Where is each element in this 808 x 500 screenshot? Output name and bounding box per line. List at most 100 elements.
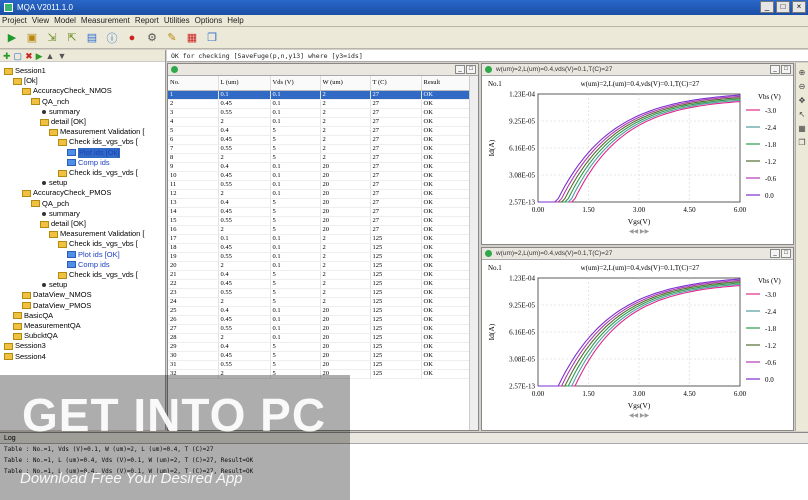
tree-node[interactable]: MeasurementQA xyxy=(13,321,81,331)
table-row[interactable]: 2 0.45 0.1 2 27 OK xyxy=(168,99,472,109)
column-header[interactable]: L (um) xyxy=(218,76,271,91)
table-row[interactable]: 30 0.45 5 20 125 OK xyxy=(168,351,472,361)
script-icon[interactable]: ✎ xyxy=(164,30,180,46)
zoom-in-icon[interactable]: ⊕ xyxy=(796,68,808,77)
menu-model[interactable]: Model xyxy=(54,16,76,25)
table-row[interactable]: 5 0.4 5 2 27 OK xyxy=(168,126,472,136)
tree-node[interactable]: detail [OK] xyxy=(40,117,86,127)
tree-node[interactable]: setup xyxy=(40,280,67,290)
tree-run-icon[interactable]: ▶ xyxy=(36,51,43,61)
table-row[interactable]: 14 0.45 5 20 27 OK xyxy=(168,207,472,217)
tree-node[interactable]: [Ok] xyxy=(13,76,38,86)
copy-icon[interactable]: ❐ xyxy=(204,30,220,46)
table-row[interactable]: 13 0.4 5 20 27 OK xyxy=(168,198,472,208)
tree-node[interactable]: Plot ids [Ok] xyxy=(67,147,121,158)
pane-maximize-button[interactable]: □ xyxy=(781,249,791,258)
tree-node[interactable]: Session3 xyxy=(4,341,46,351)
tree-node[interactable]: AccuracyCheck_NMOS xyxy=(22,86,112,96)
table-row[interactable]: 24 2 5 2 125 OK xyxy=(168,297,472,307)
tree-node[interactable]: QA_pch xyxy=(31,199,69,209)
tree-down-icon[interactable]: ▼ xyxy=(57,51,66,61)
tree-node[interactable]: Check ids_vgs_vbs [ xyxy=(58,239,138,249)
menu-help[interactable]: Help xyxy=(227,16,243,25)
table-row[interactable]: 16 2 5 20 27 OK xyxy=(168,225,472,235)
table-row[interactable]: 28 2 0.1 20 125 OK xyxy=(168,333,472,343)
run-icon[interactable]: ▶ xyxy=(4,30,20,46)
info-icon[interactable]: ⓘ xyxy=(104,30,120,46)
column-header[interactable]: Vds (V) xyxy=(270,76,321,91)
tree-node[interactable]: setup xyxy=(40,178,67,188)
menu-report[interactable]: Report xyxy=(135,16,159,25)
tree-node[interactable]: Check ids_vgs_vds [ xyxy=(58,168,138,178)
menu-project[interactable]: Project xyxy=(2,16,27,25)
table-scrollbar[interactable] xyxy=(469,76,478,430)
settings-icon[interactable]: ⚙ xyxy=(144,30,160,46)
tree-up-icon[interactable]: ▲ xyxy=(46,51,55,61)
tree-node[interactable]: SubcktQA xyxy=(13,331,58,341)
minimize-button[interactable]: _ xyxy=(760,1,774,13)
tree-node[interactable]: Plot ids [OK] xyxy=(67,250,120,260)
tree-node[interactable]: Measurement Validation [ xyxy=(49,229,145,239)
tree-add-icon[interactable]: ✚ xyxy=(3,51,11,61)
menu-utilities[interactable]: Utilities xyxy=(164,16,190,25)
table-row[interactable]: 11 0.55 0.1 20 27 OK xyxy=(168,180,472,190)
tree-node[interactable]: BasicQA xyxy=(13,311,53,321)
table-row[interactable]: 7 0.55 5 2 27 OK xyxy=(168,144,472,154)
column-header[interactable]: W (um) xyxy=(320,76,371,91)
tree-node[interactable]: Check ids_vgs_vds [ xyxy=(58,270,138,280)
copy-plot-icon[interactable]: ❐ xyxy=(796,138,808,147)
maximize-button[interactable]: □ xyxy=(776,1,790,13)
tree-node[interactable]: Session4 xyxy=(4,352,46,362)
table-row[interactable]: 26 0.45 0.1 20 125 OK xyxy=(168,315,472,325)
menu-measurement[interactable]: Measurement xyxy=(81,16,130,25)
pane-maximize-button[interactable]: □ xyxy=(781,65,791,74)
table-row[interactable]: 27 0.55 0.1 20 125 OK xyxy=(168,324,472,334)
table-row[interactable]: 12 2 0.1 20 27 OK xyxy=(168,189,472,199)
tree-new-icon[interactable]: ▢ xyxy=(14,51,23,61)
pane-minimize-button[interactable]: _ xyxy=(455,65,465,74)
pane-minimize-button[interactable]: _ xyxy=(770,65,780,74)
image-icon[interactable]: ▦ xyxy=(184,30,200,46)
tree-node[interactable]: detail [OK] xyxy=(40,219,86,229)
table-row[interactable]: 17 0.1 0.1 2 125 OK xyxy=(168,234,472,244)
table-row[interactable]: 19 0.55 0.1 2 125 OK xyxy=(168,252,472,262)
table-row[interactable]: 9 0.4 0.1 20 27 OK xyxy=(168,162,472,172)
tree-node[interactable]: DataView_NMOS xyxy=(22,290,92,300)
table-row[interactable]: 4 2 0.1 2 27 OK xyxy=(168,117,472,127)
cursor-icon[interactable]: ↖ xyxy=(796,110,808,119)
table-row[interactable]: 18 0.45 0.1 2 125 OK xyxy=(168,243,472,253)
tree-node[interactable]: DataView_PMOS xyxy=(22,301,91,311)
pane-maximize-button[interactable]: □ xyxy=(466,65,476,74)
tree-node[interactable]: Session1 xyxy=(4,66,46,76)
open-icon[interactable]: ▣ xyxy=(24,30,40,46)
tree-node[interactable]: AccuracyCheck_PMOS xyxy=(22,188,111,198)
table-row[interactable]: 29 0.4 5 20 125 OK xyxy=(168,342,472,352)
import-icon[interactable]: ⇲ xyxy=(44,30,60,46)
table-row[interactable]: 22 0.45 5 2 125 OK xyxy=(168,279,472,289)
tree-node[interactable]: Measurement Validation [ xyxy=(49,127,145,137)
column-header[interactable]: No. xyxy=(168,76,219,91)
tree-node[interactable]: summary xyxy=(40,209,80,219)
table-row[interactable]: 31 0.55 5 20 125 OK xyxy=(168,360,472,370)
tree-node[interactable]: Comp ids xyxy=(67,158,110,168)
tree-delete-icon[interactable]: ✖ xyxy=(25,51,33,61)
table-row[interactable]: 6 0.45 5 2 27 OK xyxy=(168,135,472,145)
close-button[interactable]: × xyxy=(792,1,806,13)
table-row[interactable]: 21 0.4 5 2 125 OK xyxy=(168,270,472,280)
tree-node[interactable]: Check ids_vgs_vbs [ xyxy=(58,137,138,147)
column-header[interactable]: Result xyxy=(421,76,472,91)
zoom-out-icon[interactable]: ⊖ xyxy=(796,82,808,91)
report-icon[interactable]: ▤ xyxy=(84,30,100,46)
menu-view[interactable]: View xyxy=(32,16,49,25)
table-row[interactable]: 23 0.55 5 2 125 OK xyxy=(168,288,472,298)
tree-node[interactable]: summary xyxy=(40,107,80,117)
table-row[interactable]: 3 0.55 0.1 2 27 OK xyxy=(168,108,472,118)
table-row[interactable]: 25 0.4 0.1 20 125 OK xyxy=(168,306,472,316)
tree-node[interactable]: Comp ids xyxy=(67,260,110,270)
table-row[interactable]: 8 2 5 2 27 OK xyxy=(168,153,472,163)
formula-bar[interactable]: OK for checking [SaveFuge(p,n,y13] where… xyxy=(167,50,808,62)
pan-icon[interactable]: ✥ xyxy=(796,96,808,105)
pane-minimize-button[interactable]: _ xyxy=(770,249,780,258)
table-row[interactable]: 1 0.1 0.1 2 27 OK xyxy=(168,90,472,100)
table-row[interactable]: 15 0.55 5 20 27 OK xyxy=(168,216,472,226)
